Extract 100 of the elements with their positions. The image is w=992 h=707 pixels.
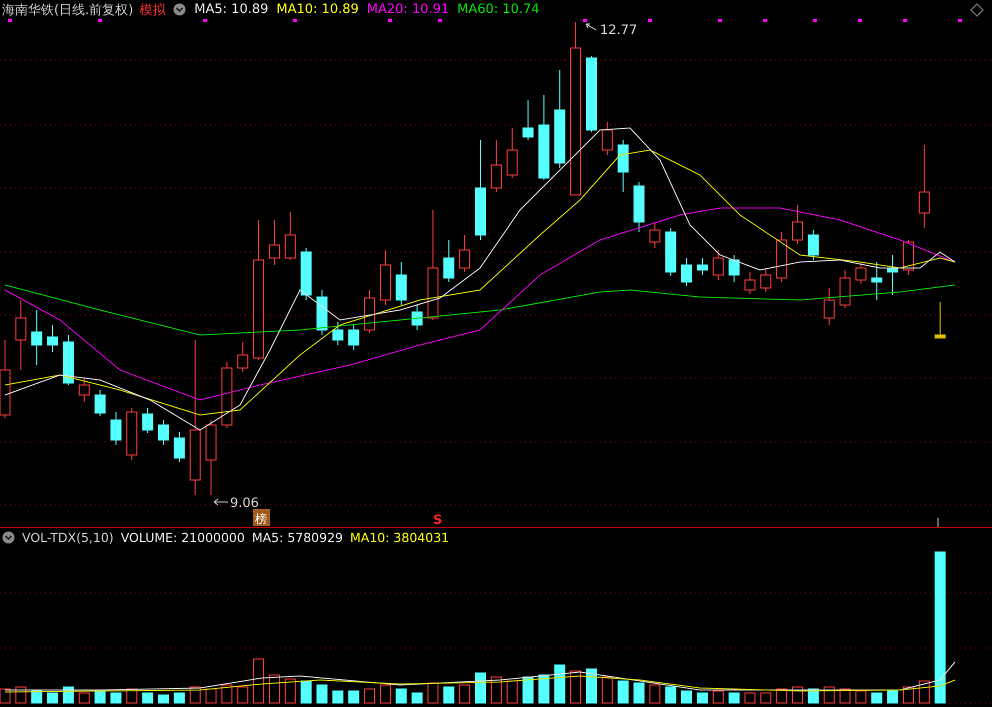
- volume-bar: [618, 680, 629, 704]
- chart-title: 海南华铁(日线.前复权): [2, 2, 134, 18]
- volume-bar: [31, 690, 42, 704]
- candlestick: [808, 230, 819, 260]
- volume-bar: [696, 692, 708, 704]
- candlestick: [649, 222, 660, 248]
- volume-bar: [824, 686, 835, 704]
- dropdown-icon[interactable]: [2, 530, 15, 544]
- candlestick: [443, 240, 454, 282]
- dropdown-icon[interactable]: [173, 3, 186, 16]
- diamond-icon[interactable]: [970, 3, 984, 17]
- volume-bar: [475, 672, 486, 704]
- volume-bar: [902, 686, 914, 704]
- indicator-value: MA60: 10.74: [457, 2, 540, 17]
- volume-bar: [332, 690, 344, 704]
- volume-bar: [300, 680, 312, 704]
- volume-bar: [206, 688, 217, 704]
- candlestick: [618, 140, 629, 192]
- candlestick: [490, 140, 502, 192]
- volume-bar: [412, 692, 423, 704]
- volume-bar: [712, 690, 724, 704]
- candlestick: [332, 322, 344, 346]
- volume-bar: [634, 682, 644, 704]
- candlestick: [380, 250, 391, 306]
- volume-bar: [649, 684, 660, 704]
- indicator-value: VOLUME: 21000000: [120, 530, 245, 544]
- volume-bar: [506, 680, 518, 704]
- candlestick: [712, 250, 724, 280]
- candlestick: [602, 122, 613, 156]
- candlestick: [284, 212, 296, 260]
- volume-bar: [174, 692, 185, 704]
- volume-bar: [348, 690, 360, 704]
- volume-bar: [380, 684, 391, 704]
- volume-bar: [47, 692, 58, 704]
- arrow-icon: [214, 498, 228, 506]
- volume-bar: [855, 690, 866, 704]
- mode-label: 模拟: [139, 2, 166, 18]
- candlestick: [268, 220, 280, 266]
- indicator-value: MA10: 3804031: [350, 530, 450, 544]
- volume-bar: [94, 690, 106, 704]
- candlestick: [792, 204, 803, 244]
- candlestick: [300, 248, 312, 300]
- candlestick: [110, 412, 122, 446]
- candlestick: [62, 334, 74, 386]
- volume-bar: [602, 676, 613, 704]
- volume-bar: [221, 684, 232, 704]
- volume-bar: [760, 692, 772, 704]
- volume-bar: [586, 668, 597, 704]
- candlestick: [364, 290, 376, 334]
- indicator-value: MA5: 10.89: [194, 2, 268, 17]
- low-price-label: 9.06: [230, 496, 259, 511]
- candlestick: [506, 128, 518, 178]
- candlestick: [824, 288, 835, 326]
- volume-bar: [364, 688, 376, 704]
- volume-bar: [316, 684, 328, 704]
- volume-bar: [142, 692, 154, 704]
- candlestick: [126, 408, 138, 460]
- candlestick: [412, 304, 423, 330]
- volume-bar: [840, 688, 851, 704]
- candlestick: [902, 240, 914, 276]
- volume-bar: [284, 678, 296, 704]
- candlestick: [681, 258, 692, 286]
- candlestick: [840, 270, 851, 308]
- candlestick: [15, 300, 26, 370]
- volume-bar: [728, 692, 740, 704]
- volume-bar: [744, 692, 756, 704]
- volume-bar: [253, 658, 264, 704]
- volume-bar: [237, 686, 248, 704]
- candlestick: [316, 290, 328, 336]
- indicator-value: MA5: 5780929: [252, 530, 343, 544]
- candlestick: [696, 258, 708, 276]
- candlestick: [158, 420, 169, 446]
- arrow-icon: [586, 24, 596, 30]
- candlestick: [744, 272, 756, 294]
- volume-bar: [776, 688, 788, 704]
- candlestick: [396, 262, 407, 306]
- candlestick: [855, 262, 866, 284]
- indicator-value: MA20: 10.91: [366, 2, 450, 17]
- candlestick: [174, 432, 185, 462]
- volume-bar: [459, 684, 470, 704]
- volume-bar: [665, 686, 676, 704]
- candlestick: [348, 324, 360, 350]
- volume-bar: [427, 682, 438, 704]
- signal-marker[interactable]: S: [433, 513, 442, 527]
- candlestick: [237, 342, 248, 372]
- volume-bar: [443, 686, 454, 704]
- indicator-value: MA10: 10.89: [276, 2, 359, 17]
- volume-bar: [158, 694, 169, 704]
- rank-badge[interactable]: 榜: [253, 509, 270, 526]
- volume-bar: [538, 674, 550, 704]
- candlestick: [221, 362, 232, 428]
- volume-bar: [490, 676, 502, 704]
- volume-bar: [268, 674, 280, 704]
- candlestick: [78, 378, 90, 402]
- candlestick: [887, 254, 898, 296]
- candlestick: [728, 254, 740, 282]
- volume-bar: [871, 692, 882, 704]
- volume-bar: [554, 664, 566, 704]
- volume-bar: [522, 676, 534, 704]
- candlestick: [522, 100, 534, 140]
